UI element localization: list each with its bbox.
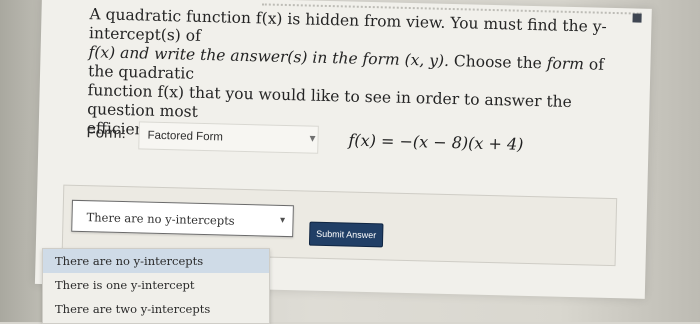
- form-select-value: Factored Form: [147, 129, 224, 144]
- question-line-2-b: Choose the: [448, 51, 548, 73]
- dropdown-option[interactable]: There are no y-intercepts: [43, 249, 269, 273]
- dropdown-option[interactable]: There are two y-intercepts: [43, 297, 269, 321]
- answer-select-value: There are no y-intercepts: [86, 210, 235, 228]
- answer-select[interactable]: There are no y-intercepts ▾: [71, 199, 294, 238]
- submit-answer-button[interactable]: Submit Answer: [308, 221, 384, 248]
- form-label: Form:: [86, 124, 126, 143]
- form-select[interactable]: Factored Form ▼: [138, 121, 319, 154]
- chevron-down-icon: ▼: [307, 133, 318, 145]
- corner-square-icon: [632, 13, 642, 23]
- chevron-down-icon: ▾: [279, 214, 286, 227]
- answer-dropdown-list: There are no y-intercepts There is one y…: [42, 248, 270, 324]
- question-line-2-c: form: [546, 54, 585, 74]
- dropdown-option[interactable]: There is one y-intercept: [43, 273, 269, 297]
- function-expression: f(x) = −(x − 8)(x + 4): [348, 130, 524, 154]
